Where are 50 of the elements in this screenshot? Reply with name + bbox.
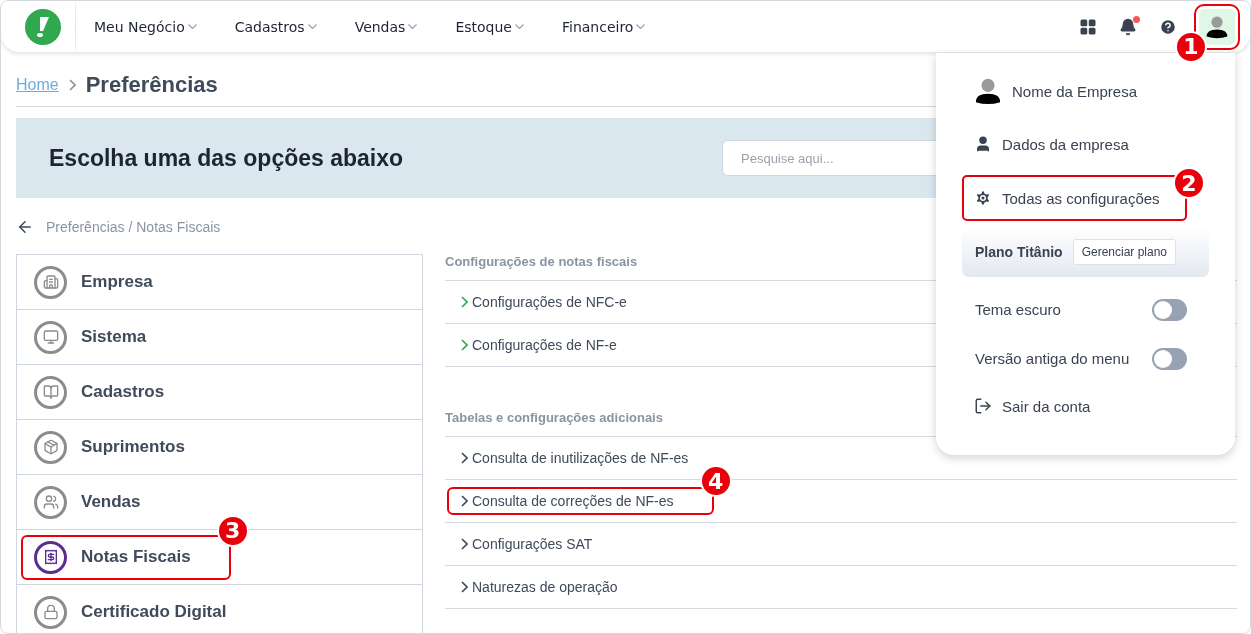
caret-icon bbox=[408, 24, 418, 29]
avatar-icon bbox=[974, 77, 1002, 105]
sidebar-item[interactable]: Cadastros bbox=[21, 369, 205, 415]
nav-menu-item[interactable]: Vendas bbox=[354, 18, 418, 35]
settings-link[interactable]: Configurações de NFC-e bbox=[447, 288, 667, 316]
sidebar-item[interactable]: Certificado Digital bbox=[21, 589, 267, 633]
settings-link[interactable]: Naturezas de operação bbox=[447, 573, 658, 601]
step-badge: 3 bbox=[216, 514, 249, 547]
step-badge: 2 bbox=[1173, 167, 1205, 199]
chevron-icon bbox=[68, 79, 76, 91]
sidebar-item[interactable]: Suprimentos bbox=[21, 424, 225, 470]
sidebar-item[interactable]: Empresa bbox=[21, 259, 193, 305]
company-name: Nome da Empresa bbox=[962, 71, 1209, 111]
section-path: Preferências / Notas Fiscais bbox=[46, 219, 221, 235]
toggle-label: Tema escuro bbox=[975, 301, 1061, 318]
settings-icon bbox=[974, 189, 992, 207]
nav-menu-item[interactable]: Cadastros bbox=[234, 18, 317, 35]
caret-icon bbox=[514, 24, 524, 29]
caret-icon bbox=[187, 24, 197, 29]
sidebar-label: Sistema bbox=[81, 327, 147, 347]
settings-link[interactable]: Configurações SAT bbox=[447, 530, 633, 558]
bell-icon[interactable] bbox=[1119, 17, 1137, 36]
sidebar-label: Suprimentos bbox=[81, 437, 185, 457]
manage-plan-button[interactable]: Gerenciar plano bbox=[1072, 239, 1177, 265]
user-icon bbox=[974, 135, 992, 153]
apps-icon[interactable] bbox=[1079, 17, 1097, 36]
caret-icon bbox=[307, 24, 317, 29]
sidebar-label: Cadastros bbox=[81, 382, 165, 402]
toggle-switch[interactable] bbox=[1152, 347, 1187, 370]
nav-menu-item[interactable]: Meu Negócio bbox=[94, 18, 197, 35]
help-icon[interactable] bbox=[1159, 17, 1177, 36]
sidebar-label: Notas Fiscais bbox=[81, 547, 191, 567]
caret-icon bbox=[636, 24, 646, 29]
sidebar-item[interactable]: Vendas bbox=[21, 479, 181, 525]
sidebar-label: Certificado Digital bbox=[81, 602, 227, 622]
logout-icon bbox=[974, 397, 992, 415]
step-badge: 4 bbox=[699, 465, 732, 497]
toggle-switch[interactable] bbox=[1152, 298, 1187, 321]
nav-menu-item[interactable]: Estoque bbox=[455, 18, 524, 35]
nav-menu-item[interactable]: Financeiro bbox=[561, 18, 646, 35]
settings-link[interactable]: Consulta de correções de NF-es bbox=[447, 487, 714, 515]
sidebar-label: Empresa bbox=[81, 272, 153, 292]
toggle-label: Versão antiga do menu bbox=[975, 350, 1130, 367]
settings-link[interactable]: Configurações de NF-e bbox=[447, 331, 657, 359]
page-title: Preferências bbox=[85, 72, 218, 98]
avatar-icon bbox=[1205, 14, 1229, 39]
banner-title: Escolha uma das opções abaixo bbox=[49, 144, 404, 172]
logo-icon[interactable] bbox=[25, 8, 61, 45]
sidebar-item[interactable]: Sistema bbox=[21, 314, 187, 360]
sidebar-label: Vendas bbox=[81, 492, 141, 512]
